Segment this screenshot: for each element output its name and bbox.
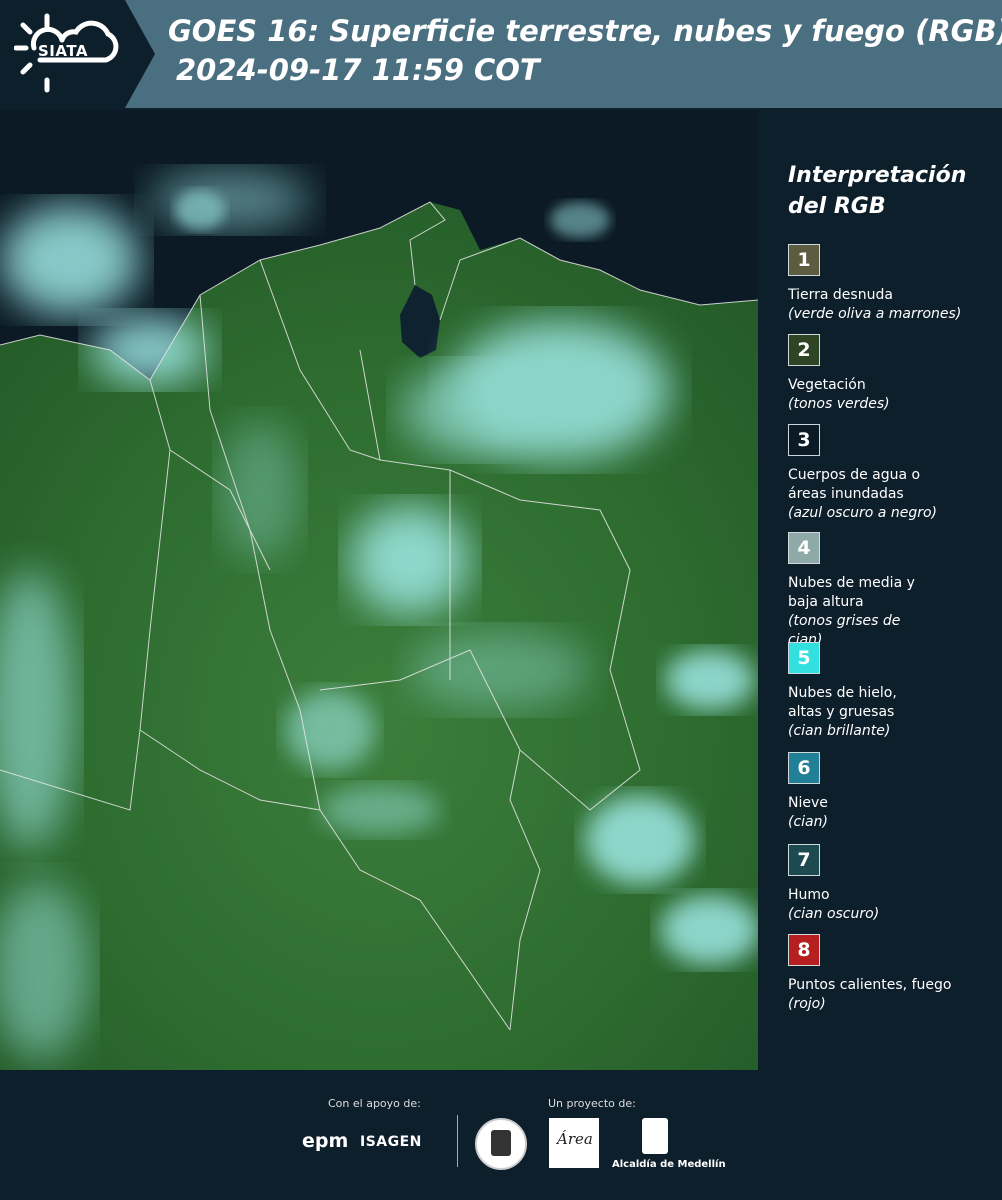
title-line1: GOES 16: Superficie terrestre, nubes y f… [168,14,1002,48]
legend-item-sub: (cian) [788,814,828,830]
legend-item-fire: 8 Puntos calientes, fuego (rojo) [788,934,998,1014]
satellite-map-svg [0,110,758,1070]
legend-item-snow: 6 Nieve (cian) [788,752,998,832]
legend-swatch: 6 [788,752,820,784]
isagen-logo: ISAGEN [360,1134,422,1150]
legend-item-label: Humo [788,887,830,903]
support-label: Con el apoyo de: [328,1097,421,1110]
epm-logo: epm [302,1130,349,1152]
logo-block: SIATA [0,0,155,108]
legend-swatch: 3 [788,424,820,456]
legend-title-line1: Interpretación [788,163,967,188]
page-title: GOES 16: Superficie terrestre, nubes y f… [168,12,1002,90]
legend-item-label: Nubes de media y baja altura [788,575,915,610]
legend-swatch: 5 [788,642,820,674]
legend-item-sub: (rojo) [788,996,826,1012]
seal-icon [475,1118,527,1170]
legend-item-label: Puntos calientes, fuego [788,977,952,993]
legend-item-label: Vegetación [788,377,866,393]
legend-swatch: 4 [788,532,820,564]
legend-panel: Interpretación del RGB 1 Tierra desnuda … [770,110,998,1070]
legend-swatch: 2 [788,334,820,366]
legend-item-vegetation: 2 Vegetación (tonos verdes) [788,334,998,414]
project-label: Un proyecto de: [548,1097,636,1110]
legend-item-sub: (cian oscuro) [788,906,880,922]
legend-item-sub: (verde oliva a marrones) [788,306,962,322]
legend-item-label: Nieve [788,795,828,811]
alcaldia-shield-icon [642,1118,668,1154]
logo-text: SIATA [38,42,89,60]
legend-item-low-clouds: 4 Nubes de media y baja altura (tonos gr… [788,532,938,650]
legend-item-label: Nubes de hielo, altas y gruesas [788,685,897,720]
legend-item-smoke: 7 Humo (cian oscuro) [788,844,998,924]
legend-item-water: 3 Cuerpos de agua o áreas inundadas (azu… [788,424,948,523]
satellite-map [0,110,758,1070]
footer: Con el apoyo de: Un proyecto de: epm ISA… [0,1070,1002,1200]
header: SIATA GOES 16: Superficie terrestre, nub… [0,0,1002,108]
legend-item-label: Cuerpos de agua o áreas inundadas [788,467,921,502]
legend-item-sub: (tonos verdes) [788,396,890,412]
area-metropolitana-logo: Área [549,1118,599,1168]
legend-swatch: 1 [788,244,820,276]
legend-title: Interpretación del RGB [788,160,966,222]
alcaldia-label: Alcaldía de Medellín [612,1159,726,1170]
legend-item-sub: (cian brillante) [788,723,891,739]
title-line2: 2024-09-17 11:59 COT [176,53,540,87]
legend-title-line2: del RGB [788,194,886,219]
area-logo-text: Área [557,1130,593,1148]
legend-item-ice-clouds: 5 Nubes de hielo, altas y gruesas (cian … [788,642,918,741]
footer-divider [457,1115,458,1167]
legend-item-bare-land: 1 Tierra desnuda (verde oliva a marrones… [788,244,998,324]
legend-item-label: Tierra desnuda [788,287,893,303]
legend-swatch: 7 [788,844,820,876]
legend-swatch: 8 [788,934,820,966]
legend-item-sub: (azul oscuro a negro) [788,505,937,521]
